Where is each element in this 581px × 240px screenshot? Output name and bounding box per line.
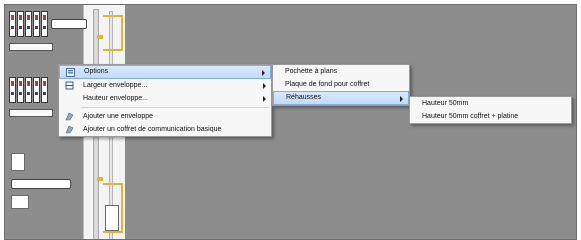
menu-item-label: Options [84, 68, 109, 75]
breaker-module [41, 77, 48, 103]
communication-box [105, 205, 119, 231]
menu-item-options[interactable]: Options [59, 65, 271, 79]
width-icon [65, 81, 74, 90]
menu-item-ajouter-coffret[interactable]: Ajouter un coffret de communication basi… [59, 123, 271, 136]
menu-separator [81, 107, 269, 108]
chevron-right-icon [400, 96, 403, 102]
yellow-marker [97, 35, 103, 39]
menu-item-label: Réhausses [286, 94, 322, 101]
terminal-block [11, 179, 71, 189]
menu-item-ajouter-enveloppe[interactable]: Ajouter une enveloppe [59, 110, 271, 123]
add-enclosure-icon [65, 112, 74, 121]
yellow-marker [97, 177, 103, 181]
terminal-strip [9, 109, 53, 117]
menu-item-largeur-enveloppe[interactable]: Largeur enveloppe... [59, 79, 271, 92]
menu-item-label: Largeur enveloppe... [83, 82, 148, 89]
menu-item-plaque-de-fond[interactable]: Plaque de fond pour coffret [273, 78, 409, 91]
menu-item-rehausses[interactable]: Réhausses [273, 91, 409, 105]
menu-item-pochette[interactable]: Pochette à plans [273, 65, 409, 78]
chevron-right-icon [262, 70, 265, 76]
breaker-module [25, 77, 32, 103]
breaker-module [41, 11, 48, 37]
menu-item-hauteur-50mm-coffret-platine[interactable]: Hauteur 50mm coffret + platine [410, 110, 571, 123]
chevron-right-icon [263, 83, 266, 89]
breaker-module [33, 77, 40, 103]
breaker-module [25, 11, 32, 37]
breaker-module [17, 11, 24, 37]
breaker-module [33, 11, 40, 37]
breaker-module [9, 77, 16, 103]
menu-item-label: Ajouter un coffret de communication basi… [83, 126, 222, 133]
add-box-icon [65, 125, 74, 134]
menu-item-hauteur-50mm[interactable]: Hauteur 50mm [410, 97, 571, 110]
breaker-module [17, 77, 24, 103]
options-icon [66, 68, 75, 77]
menu-item-label: Plaque de fond pour coffret [285, 81, 370, 88]
rehausses-submenu: Hauteur 50mm Hauteur 50mm coffret + plat… [409, 96, 572, 124]
frame-top [103, 15, 123, 51]
menu-item-label: Hauteur enveloppe... [83, 95, 148, 102]
menu-item-label: Ajouter une enveloppe [83, 113, 154, 120]
menu-item-label: Hauteur 50mm coffret + platine [422, 113, 519, 120]
terminal-block [51, 19, 87, 29]
context-menu: Options Largeur enveloppe... Hauteur env… [58, 64, 272, 137]
socket-module [11, 153, 25, 171]
menu-item-label: Pochette à plans [285, 68, 338, 75]
menu-item-hauteur-enveloppe[interactable]: Hauteur enveloppe... [59, 92, 271, 105]
breaker-module [9, 11, 16, 37]
terminal-strip [9, 43, 53, 51]
chevron-right-icon [263, 96, 266, 102]
din-row-1 [9, 11, 89, 39]
menu-item-label: Hauteur 50mm [422, 100, 469, 107]
options-submenu: Pochette à plans Plaque de fond pour cof… [272, 64, 410, 106]
socket-module [11, 195, 29, 209]
